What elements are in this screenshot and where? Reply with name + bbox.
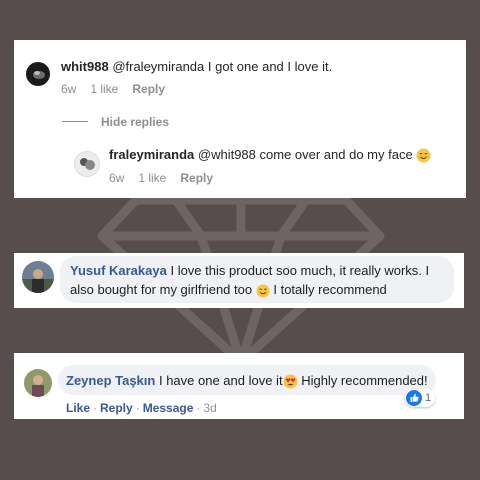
comment-line: Zeynep Taşkın I have one and love it Hig… bbox=[66, 373, 428, 389]
commenter-name[interactable]: Yusuf Karakaya bbox=[70, 263, 167, 278]
comment-line-1: Yusuf Karakaya I love this product soo m… bbox=[70, 263, 429, 278]
comment-text: @whit988 come over and do my face bbox=[197, 147, 413, 162]
comment-time: 3d bbox=[203, 401, 217, 415]
comment-text: I love this product soo much, it really … bbox=[170, 263, 430, 278]
comment-text: @fraleymiranda I got one and I love it. bbox=[112, 59, 333, 74]
reaction-count: 1 bbox=[425, 392, 432, 404]
thumbs-up-icon bbox=[406, 390, 422, 406]
comment-text: I have one and love it bbox=[158, 373, 283, 388]
comment-text: Highly recommended! bbox=[301, 373, 428, 388]
like-count[interactable]: 1 like bbox=[138, 171, 166, 185]
yusuf-avatar bbox=[22, 261, 54, 293]
comment-meta: 6w 1 like Reply bbox=[61, 82, 179, 96]
reply-button[interactable]: Reply bbox=[100, 401, 133, 415]
message-button[interactable]: Message bbox=[143, 401, 194, 415]
username-whit988[interactable]: whit988 bbox=[61, 59, 109, 74]
facebook-comment-card: Yusuf Karakaya I love this product soo m… bbox=[14, 253, 464, 308]
comment-line-2: also bought for my girlfriend too I tota… bbox=[70, 282, 387, 298]
hide-replies-button[interactable]: Hide replies bbox=[101, 115, 169, 129]
zeynep-avatar bbox=[24, 369, 52, 397]
username-fraleymiranda[interactable]: fraleymiranda bbox=[109, 147, 194, 162]
comment-text: also bought for my girlfriend too bbox=[70, 282, 253, 297]
fraleymiranda-avatar bbox=[74, 151, 100, 177]
commenter-name[interactable]: Zeynep Taşkın bbox=[66, 373, 155, 388]
comment-age: 6w bbox=[109, 171, 125, 185]
comment-meta: 6w 1 like Reply bbox=[109, 171, 227, 185]
comment-actions: Like · Reply · Message · 3d bbox=[66, 401, 217, 415]
reply-button[interactable]: Reply bbox=[132, 82, 165, 96]
facebook-comment-card: Zeynep Taşkın I have one and love it Hig… bbox=[14, 353, 464, 419]
reply-button[interactable]: Reply bbox=[180, 171, 213, 185]
divider-line bbox=[62, 121, 88, 122]
whit988-avatar bbox=[26, 62, 50, 86]
instagram-comments-card: whit988 @fraleymiranda I got one and I l… bbox=[14, 40, 466, 198]
like-count[interactable]: 1 like bbox=[90, 82, 118, 96]
comment-bubble: Zeynep Taşkın I have one and love it Hig… bbox=[58, 365, 436, 395]
like-button[interactable]: Like bbox=[66, 401, 90, 415]
comment-text: I totally recommend bbox=[273, 282, 387, 297]
comment-age: 6w bbox=[61, 82, 77, 96]
smiling-face-emoji-icon bbox=[416, 148, 431, 163]
smiling-face-emoji-icon bbox=[256, 284, 270, 298]
comment-whit988: whit988 @fraleymiranda I got one and I l… bbox=[61, 59, 332, 74]
comment-bubble: Yusuf Karakaya I love this product soo m… bbox=[60, 256, 454, 303]
reaction-badge[interactable]: 1 bbox=[405, 389, 436, 407]
comment-fraleymiranda: fraleymiranda @whit988 come over and do … bbox=[109, 147, 431, 163]
heart-eyes-emoji-icon bbox=[283, 374, 298, 389]
